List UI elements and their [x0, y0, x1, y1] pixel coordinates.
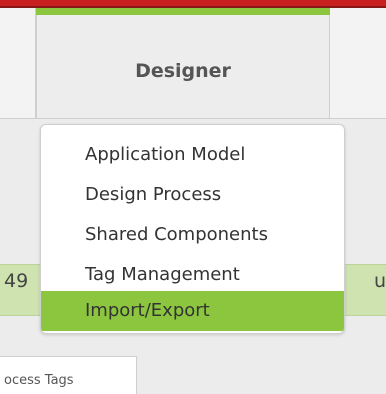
tab-right[interactable] — [330, 8, 386, 118]
row-right-text: u — [374, 270, 386, 292]
tab-process-tags-label: ocess Tags — [4, 373, 74, 388]
menu-item-design-process[interactable]: Design Process — [41, 175, 344, 215]
menu-item-shared-components[interactable]: Shared Components — [41, 215, 344, 255]
row-left-text: 49 — [4, 270, 29, 292]
designer-dropdown-menu: Application Model Design Process Shared … — [40, 124, 345, 334]
tab-left[interactable] — [0, 8, 36, 118]
tab-designer[interactable]: Designer — [36, 8, 330, 118]
menu-item-import-export[interactable]: Import/Export — [41, 291, 344, 331]
menu-item-application-model[interactable]: Application Model — [41, 135, 344, 175]
menu-item-tag-management[interactable]: Tag Management — [41, 255, 344, 295]
active-tab-accent — [36, 8, 330, 15]
tab-designer-label: Designer — [135, 60, 231, 82]
